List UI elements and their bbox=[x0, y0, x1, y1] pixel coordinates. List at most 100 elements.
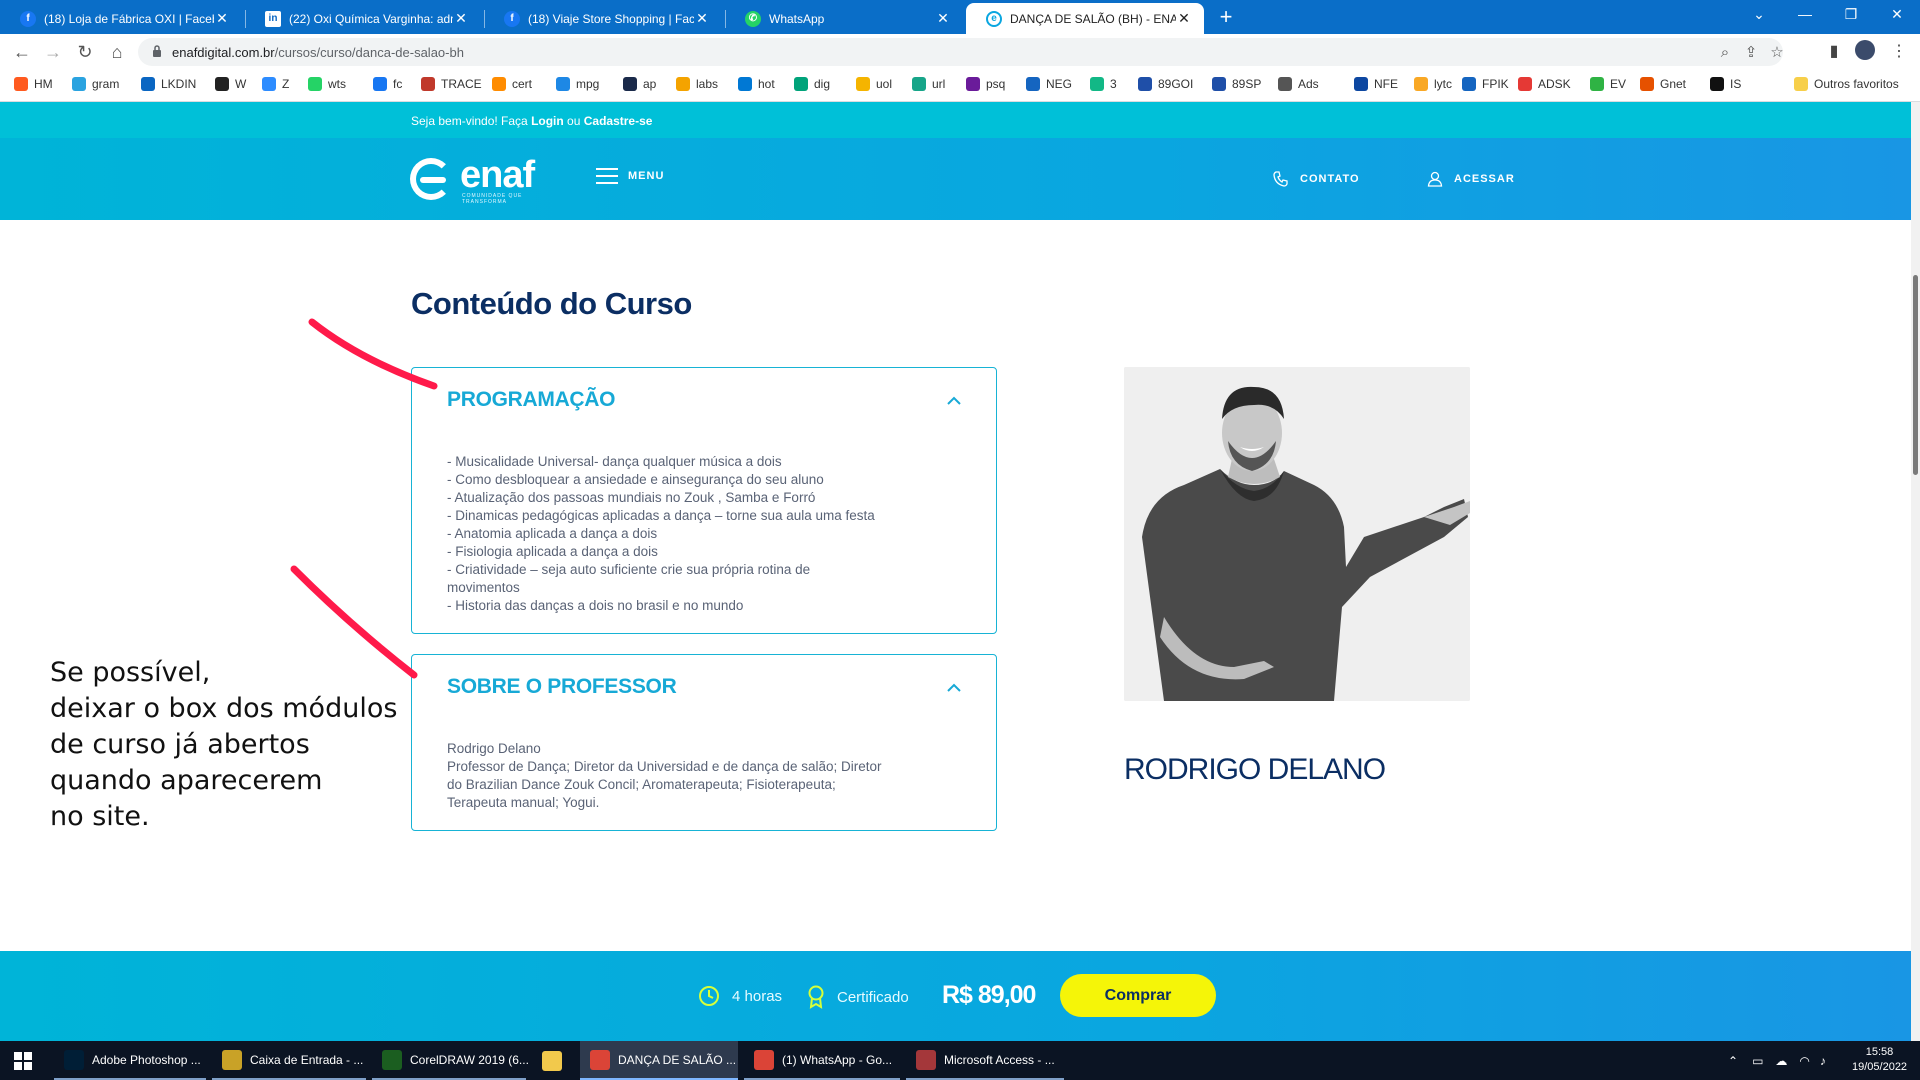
omnibox[interactable]: enafdigital.com.br/cursos/curso/danca-de… bbox=[138, 38, 1784, 66]
bookmark-item[interactable]: 89SP bbox=[1212, 77, 1261, 91]
zoom-icon[interactable]: ⌕ bbox=[1714, 42, 1736, 64]
taskbar-app[interactable]: Adobe Photoshop ... bbox=[54, 1041, 206, 1080]
windows-start-icon[interactable] bbox=[14, 1052, 32, 1070]
certificate-info: Certificado bbox=[807, 985, 909, 1009]
bookmark-item[interactable]: hot bbox=[738, 77, 775, 91]
chevron-up-icon[interactable] bbox=[947, 396, 961, 406]
minimize-button[interactable]: — bbox=[1782, 0, 1828, 30]
system-tray[interactable]: ⌃ ▭ ☁ ◠ ♪ bbox=[1728, 1041, 1826, 1080]
forward-button[interactable]: → bbox=[39, 38, 67, 66]
bio-line: do Brazilian Dance Zouk Concil; Aromater… bbox=[447, 777, 836, 792]
new-tab-button[interactable]: + bbox=[1212, 4, 1240, 32]
bookmark-item[interactable]: NEG bbox=[1026, 77, 1072, 91]
taskbar-app[interactable]: Microsoft Access - ... bbox=[906, 1041, 1064, 1080]
profile-avatar[interactable] bbox=[1853, 40, 1877, 64]
clock-icon bbox=[699, 986, 719, 1006]
taskbar-app[interactable]: DANÇA DE SALÃO ... bbox=[580, 1041, 738, 1080]
close-icon[interactable]: ✕ bbox=[1176, 10, 1192, 27]
volume-icon[interactable]: ♪ bbox=[1820, 1054, 1826, 1068]
chevron-up-icon[interactable]: ⌃ bbox=[1728, 1054, 1738, 1068]
system-clock[interactable]: 15:58 19/05/2022 bbox=[1852, 1045, 1907, 1075]
tab-facebook-viaje[interactable]: f (18) Viaje Store Shopping | Faceb ✕ bbox=[484, 3, 722, 34]
accordion-programacao: PROGRAMAÇÃO - Musicalidade Universal- da… bbox=[411, 367, 997, 634]
home-button[interactable]: ⌂ bbox=[103, 38, 131, 66]
taskbar-app-label: DANÇA DE SALÃO ... bbox=[618, 1052, 737, 1067]
tab-facebook-loja[interactable]: f (18) Loja de Fábrica OXI | Facebo ✕ bbox=[0, 3, 242, 34]
enaf-logo[interactable]: enaf COMUNIDADE QUE TRANSFORMA bbox=[410, 154, 550, 205]
bookmark-item[interactable]: dig bbox=[794, 77, 830, 91]
tab-linkedin[interactable]: in (22) Oxi Química Varginha: admi ✕ bbox=[245, 3, 481, 34]
bookmark-item[interactable]: fc bbox=[373, 77, 402, 91]
more-menu-icon[interactable]: ⋮ bbox=[1887, 40, 1911, 64]
login-link[interactable]: Login bbox=[531, 114, 564, 128]
close-icon[interactable]: ✕ bbox=[453, 10, 469, 27]
taskbar-app[interactable]: Caixa de Entrada - ... bbox=[212, 1041, 366, 1080]
bookmark-item[interactable]: cert bbox=[492, 77, 532, 91]
taskbar-app[interactable] bbox=[532, 1041, 576, 1080]
clock-time: 15:58 bbox=[1865, 1046, 1894, 1058]
bookmark-item[interactable]: labs bbox=[676, 77, 718, 91]
accordion-title[interactable]: PROGRAMAÇÃO bbox=[447, 388, 616, 412]
tab-whatsapp[interactable]: ✆ WhatsApp ✕ bbox=[725, 3, 963, 34]
side-panel-icon[interactable]: ▮ bbox=[1822, 40, 1846, 64]
cloud-icon[interactable]: ☁ bbox=[1775, 1054, 1787, 1068]
bookmark-item[interactable]: IS bbox=[1710, 77, 1741, 91]
bookmark-label: uol bbox=[876, 77, 893, 91]
bookmark-item[interactable]: ADSK bbox=[1518, 77, 1571, 91]
bookmark-item[interactable]: FPIK bbox=[1462, 77, 1509, 91]
bookmark-item[interactable]: Z bbox=[262, 77, 289, 91]
bookmark-item[interactable]: wts bbox=[308, 77, 346, 91]
tab-title: (22) Oxi Química Varginha: admi bbox=[289, 11, 453, 26]
scrollbar-thumb[interactable] bbox=[1913, 275, 1918, 475]
bookmark-item[interactable]: Ads bbox=[1278, 77, 1319, 91]
bookmark-item[interactable]: uol bbox=[856, 77, 892, 91]
close-window-button[interactable]: ✕ bbox=[1874, 0, 1920, 30]
lock-icon bbox=[153, 45, 161, 57]
taskbar-app[interactable]: (1) WhatsApp - Go... bbox=[744, 1041, 900, 1080]
tab-search-chevron-icon[interactable]: ⌄ bbox=[1736, 0, 1782, 30]
bookmark-favicon-icon bbox=[738, 77, 752, 91]
register-link[interactable]: Cadastre-se bbox=[584, 114, 653, 128]
taskbar-app[interactable]: CorelDRAW 2019 (6... bbox=[372, 1041, 529, 1080]
bookmark-item[interactable]: 89GOI bbox=[1138, 77, 1193, 91]
program-list: - Musicalidade Universal- dança qualquer… bbox=[447, 453, 875, 615]
bookmark-item[interactable]: W bbox=[215, 77, 246, 91]
bookmark-item[interactable]: 3 bbox=[1090, 77, 1117, 91]
bookmark-item[interactable]: HM bbox=[14, 77, 53, 91]
tab-enaf-active[interactable]: e DANÇA DE SALÃO (BH) - ENAF ✕ bbox=[966, 3, 1204, 34]
accordion-title[interactable]: SOBRE O PROFESSOR bbox=[447, 675, 677, 699]
contact-link[interactable]: CONTATO bbox=[1272, 170, 1360, 188]
bookmark-item[interactable]: EV bbox=[1590, 77, 1626, 91]
page-scrollbar[interactable] bbox=[1911, 102, 1920, 1041]
battery-icon[interactable]: ▭ bbox=[1752, 1054, 1763, 1068]
chevron-up-icon[interactable] bbox=[947, 683, 961, 693]
bookmark-item[interactable]: TRACE bbox=[421, 77, 482, 91]
reload-button[interactable]: ↻ bbox=[71, 38, 99, 66]
program-item: movimentos bbox=[447, 580, 520, 595]
star-icon[interactable]: ☆ bbox=[1766, 42, 1788, 64]
bookmark-item[interactable]: mpg bbox=[556, 77, 599, 91]
bookmark-item[interactable]: Gnet bbox=[1640, 77, 1686, 91]
bookmark-favicon-icon bbox=[623, 77, 637, 91]
bookmark-item[interactable]: psq bbox=[966, 77, 1005, 91]
bookmark-item[interactable]: lytc bbox=[1414, 77, 1452, 91]
bookmark-item[interactable]: gram bbox=[72, 77, 119, 91]
bookmark-item[interactable]: ap bbox=[623, 77, 656, 91]
menu-button[interactable]: MENU bbox=[596, 168, 664, 184]
bookmark-item[interactable]: LKDIN bbox=[141, 77, 196, 91]
buy-button[interactable]: Comprar bbox=[1060, 974, 1216, 1017]
share-icon[interactable]: ⇪ bbox=[1740, 42, 1762, 64]
access-link[interactable]: ACESSAR bbox=[1426, 170, 1515, 188]
close-icon[interactable]: ✕ bbox=[214, 10, 230, 27]
url-text[interactable]: enafdigital.com.br/cursos/curso/danca-de… bbox=[172, 45, 464, 60]
back-button[interactable]: ← bbox=[8, 38, 36, 66]
restore-button[interactable]: ❐ bbox=[1828, 0, 1874, 30]
tab-title: (18) Loja de Fábrica OXI | Facebo bbox=[44, 11, 214, 26]
bookmark-other-favorites[interactable]: Outros favoritos bbox=[1794, 77, 1899, 91]
tab-title: (18) Viaje Store Shopping | Faceb bbox=[528, 11, 694, 26]
bookmark-item[interactable]: NFE bbox=[1354, 77, 1398, 91]
close-icon[interactable]: ✕ bbox=[935, 10, 951, 27]
bookmark-item[interactable]: url bbox=[912, 77, 945, 91]
wifi-icon[interactable]: ◠ bbox=[1799, 1054, 1809, 1068]
close-icon[interactable]: ✕ bbox=[694, 10, 710, 27]
